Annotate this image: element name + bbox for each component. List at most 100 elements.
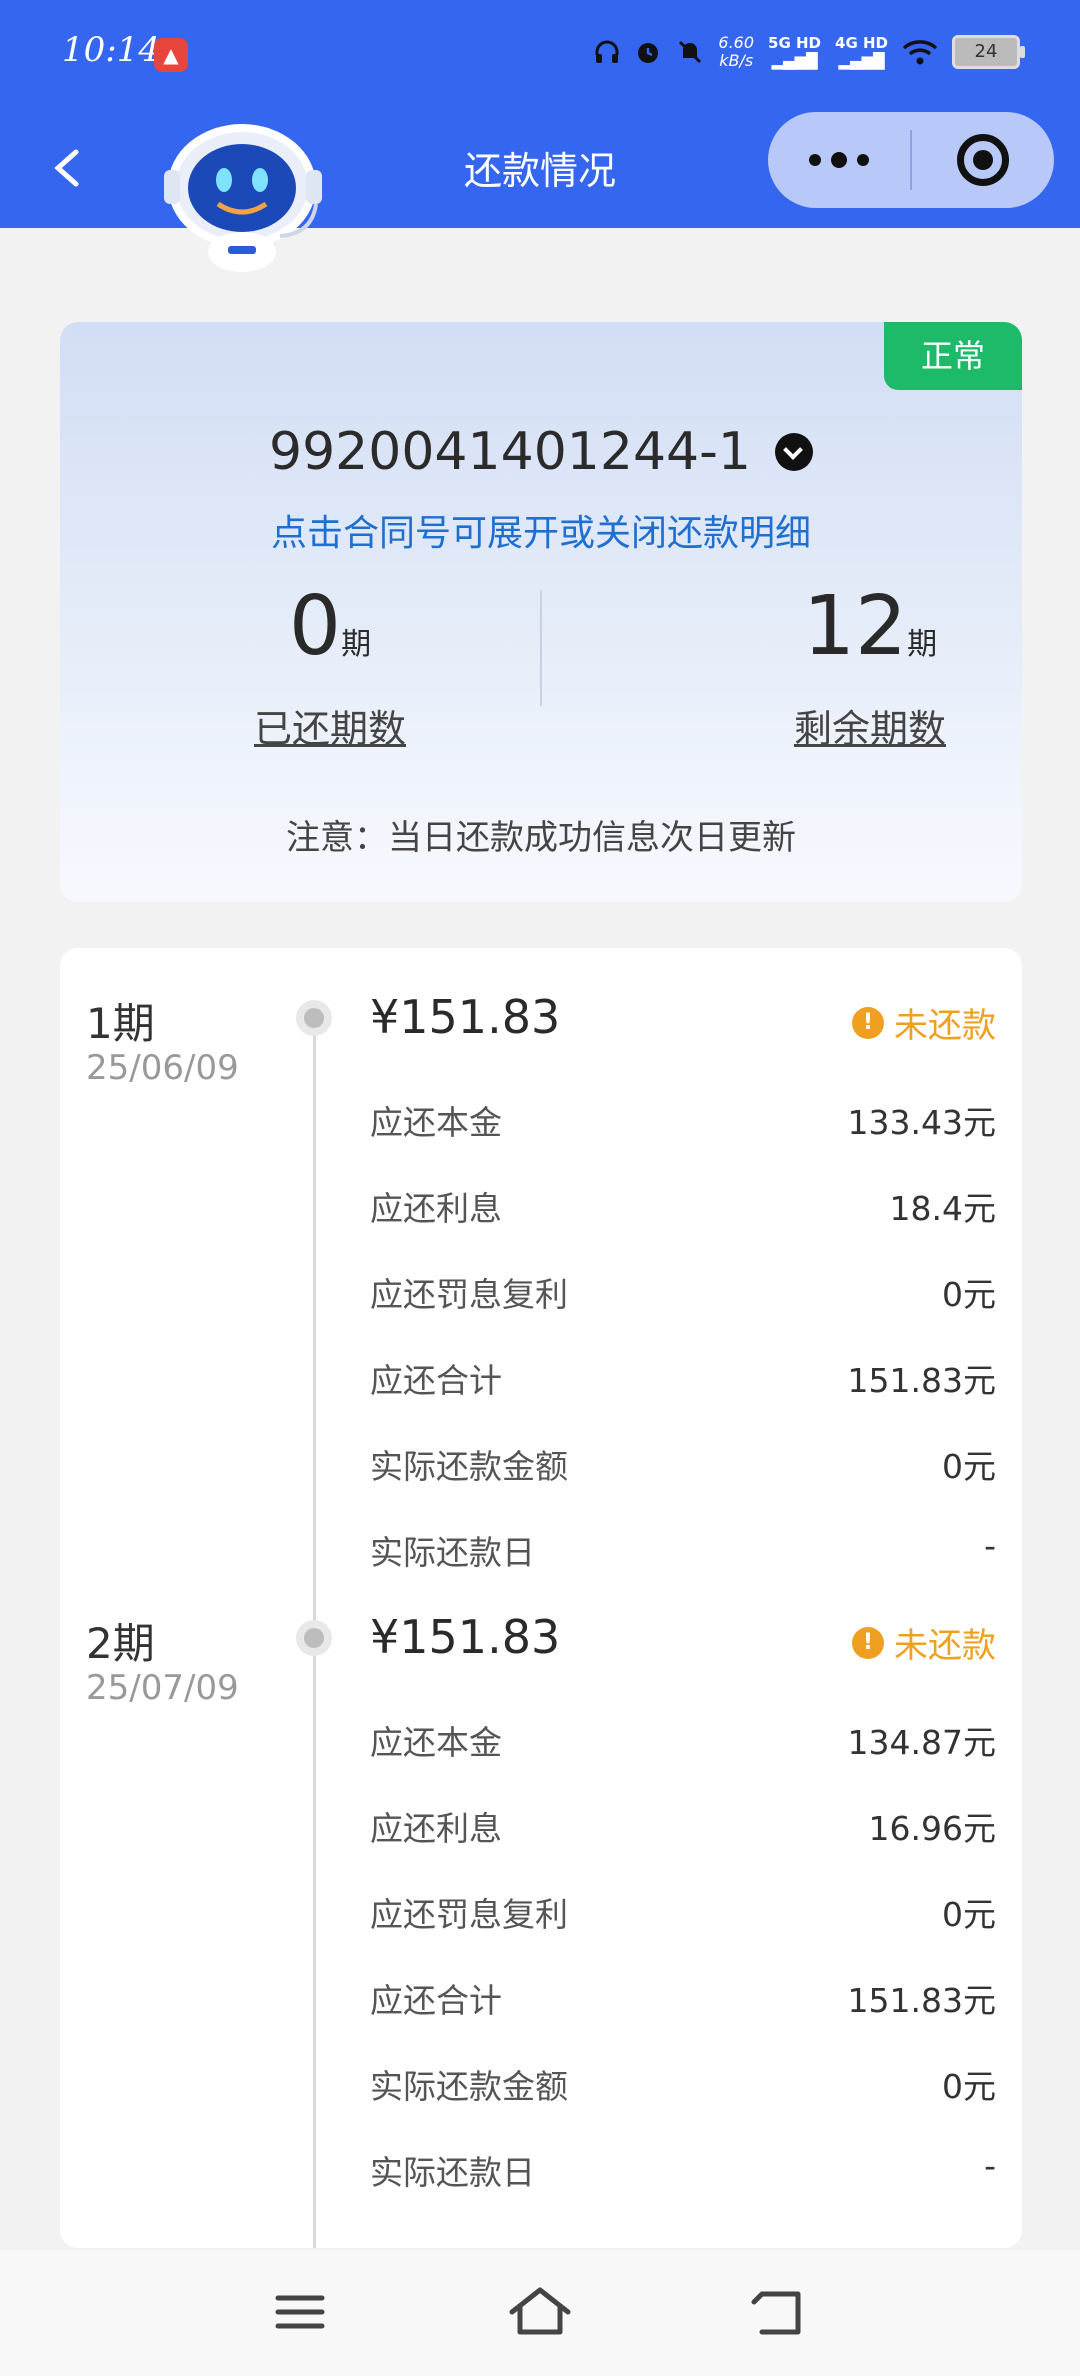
status-time: 10:14 (62, 30, 160, 70)
period-amount: ¥151.83 (370, 1610, 561, 1664)
home-icon (509, 2287, 571, 2335)
update-note: 注意：当日还款成功信息次日更新 (286, 818, 796, 858)
detail-row: 应还罚息复利 0元 (370, 1888, 996, 1938)
network-speed: 6.60 kB/s (718, 34, 754, 70)
signal-bars-icon: ▂▄▆█ (771, 52, 818, 70)
detail-value: 151.83元 (847, 1361, 996, 1400)
detail-row: 实际还款日 - (370, 2146, 996, 2196)
period-status: ! 未还款 (852, 1618, 996, 1667)
detail-value: 0元 (942, 1275, 996, 1314)
detail-row: 应还利息 18.4元 (370, 1182, 996, 1232)
paid-count: 0 (288, 579, 342, 674)
contract-toggle[interactable]: 9920041401244-1 (60, 422, 1022, 482)
header-bar: 10:14 ▲ 6.60 kB/s 5G HD ▂▄▆█ 4G HD ▂▄▆█ 24… (0, 0, 1080, 272)
detail-label: 应还罚息复利 (370, 1895, 568, 1934)
paid-periods-stat: 0期 已还期数 (150, 582, 510, 753)
remaining-label[interactable]: 剩余期数 (690, 698, 1022, 753)
detail-label: 实际还款金额 (370, 1447, 568, 1486)
detail-value: 134.87元 (847, 1723, 996, 1762)
detail-label: 实际还款日 (370, 2153, 535, 2192)
detail-value: 16.96元 (868, 1809, 996, 1848)
status-icons: 6.60 kB/s 5G HD ▂▄▆█ 4G HD ▂▄▆█ 24 (594, 34, 1025, 70)
remaining-count-line: 12期 (690, 582, 1022, 690)
repayment-schedule: 1期 25/06/09 ¥151.83 ! 未还款 应还本金 133.43元 应还… (60, 948, 1022, 2248)
signal-4g-label: 4G HD (835, 34, 888, 52)
status-text: 未还款 (894, 1006, 996, 1046)
system-nav-bar (0, 2250, 1080, 2376)
speed-unit: kB/s (719, 51, 754, 70)
detail-row: 应还合计 151.83元 (370, 1974, 996, 2024)
detail-row: 实际还款金额 0元 (370, 2060, 996, 2110)
chevron-down-icon[interactable] (774, 433, 813, 471)
more-dots-icon (857, 154, 869, 166)
detail-label: 实际还款金额 (370, 2067, 568, 2106)
paid-count-line: 0期 (150, 582, 510, 690)
timeline-dot (296, 1000, 332, 1036)
timeline-dot (296, 1620, 332, 1656)
status-badge: 正常 (884, 322, 1022, 390)
signal-4g: 4G HD ▂▄▆█ (835, 34, 888, 70)
loan-summary-card: 正常 9920041401244-1 点击合同号可展开或关闭还款明细 0期 已还… (60, 322, 1022, 902)
detail-row: 应还罚息复利 0元 (370, 1268, 996, 1318)
target-circle-icon (957, 134, 1009, 186)
detail-value: 151.83元 (847, 1981, 996, 2020)
contract-number[interactable]: 9920041401244-1 (269, 422, 751, 482)
detail-value: 0元 (942, 1895, 996, 1934)
detail-row: 应还合计 151.83元 (370, 1354, 996, 1404)
detail-label: 应还利息 (370, 1189, 502, 1228)
detail-value: 18.4元 (889, 1189, 996, 1228)
more-dots-icon (809, 154, 821, 166)
remaining-count: 12 (802, 579, 908, 674)
mute-icon (679, 40, 702, 64)
detail-value: 133.43元 (847, 1103, 996, 1142)
detail-value: 0元 (942, 1447, 996, 1486)
detail-label: 应还本金 (370, 1103, 502, 1142)
contract-hint: 点击合同号可展开或关闭还款明细 (270, 513, 811, 554)
back-nav-button[interactable] (740, 2278, 820, 2348)
remaining-unit: 期 (907, 627, 938, 662)
detail-label: 实际还款日 (370, 1533, 535, 1572)
menu-icon (275, 2295, 325, 2329)
headphones-icon (595, 40, 619, 63)
period-date: 25/07/09 (86, 1668, 239, 1708)
paid-unit: 期 (341, 627, 372, 662)
detail-value: - (984, 1526, 996, 1565)
detail-label: 应还本金 (370, 1723, 502, 1762)
signal-5g-label: 5G HD (768, 34, 822, 52)
app-notification-icon: ▲ (154, 38, 188, 72)
mini-program-capsule (768, 112, 1054, 208)
stat-divider (540, 590, 542, 706)
more-dots-icon (831, 152, 847, 168)
detail-label: 应还利息 (370, 1809, 502, 1848)
detail-row: 应还本金 133.43元 (370, 1096, 996, 1146)
detail-row: 应还本金 134.87元 (370, 1716, 996, 1766)
paid-label[interactable]: 已还期数 (150, 698, 510, 753)
period-name: 2期 (86, 1619, 155, 1668)
close-button[interactable] (912, 112, 1054, 208)
period-status: ! 未还款 (852, 998, 996, 1047)
signal-5g: 5G HD ▂▄▆█ (768, 34, 821, 70)
menu-button[interactable] (260, 2278, 340, 2348)
detail-value: - (984, 2146, 996, 2185)
battery-icon: 24 (952, 35, 1025, 69)
status-text: 未还款 (894, 1626, 996, 1666)
period-amount: ¥151.83 (370, 990, 561, 1044)
back-arrow-icon (751, 2291, 801, 2335)
detail-value: 0元 (942, 2067, 996, 2106)
warning-icon: ! (852, 1006, 884, 1039)
detail-label: 应还合计 (370, 1981, 502, 2020)
remaining-periods-stat: 12期 剩余期数 (690, 582, 1022, 753)
signal-bars-icon: ▂▄▆█ (838, 52, 885, 70)
period-name: 1期 (86, 999, 155, 1048)
home-button[interactable] (500, 2278, 580, 2348)
alarm-icon (638, 43, 659, 63)
detail-row: 实际还款日 - (370, 1526, 996, 1576)
warning-icon: ! (852, 1626, 884, 1659)
wifi-icon (902, 40, 938, 65)
speed-value: 6.60 (718, 33, 755, 52)
detail-label: 应还罚息复利 (370, 1275, 568, 1314)
period-date: 25/06/09 (86, 1048, 239, 1088)
detail-row: 应还利息 16.96元 (370, 1802, 996, 1852)
more-button[interactable] (768, 112, 910, 208)
detail-row: 实际还款金额 0元 (370, 1440, 996, 1490)
